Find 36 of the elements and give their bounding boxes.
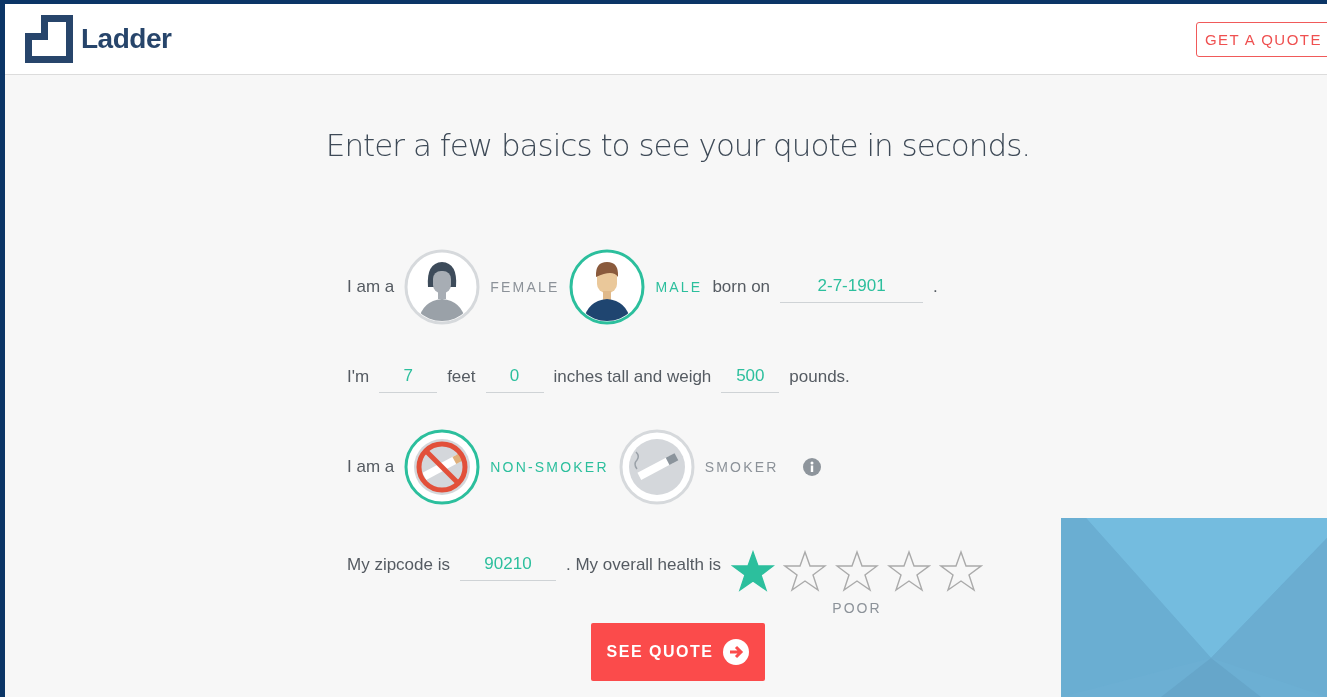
feet-field[interactable]: 7 bbox=[379, 361, 438, 393]
zipcode-field[interactable]: 90210 bbox=[460, 549, 556, 581]
get-quote-button[interactable]: GET A QUOTE bbox=[1195, 21, 1327, 57]
weight-field[interactable]: 500 bbox=[721, 361, 780, 393]
rating-label: POOR bbox=[832, 600, 882, 616]
form-text: I am a bbox=[347, 457, 395, 477]
form-text: born on bbox=[712, 277, 771, 297]
logo-icon bbox=[25, 15, 73, 63]
form-text: pounds. bbox=[789, 367, 850, 387]
choice-option[interactable]: FEMALE bbox=[404, 249, 560, 325]
cigarette-icon bbox=[618, 429, 695, 505]
form-text: My zipcode is bbox=[347, 555, 450, 575]
form-text: feet bbox=[447, 367, 476, 387]
no-smoking-icon bbox=[404, 429, 481, 505]
birthdate-field[interactable]: 2-7-1901 bbox=[780, 271, 924, 303]
star-icon[interactable] bbox=[782, 550, 827, 592]
star-icon[interactable] bbox=[730, 550, 775, 592]
choice-option[interactable]: MALE bbox=[569, 249, 703, 325]
logo-text: Ladder bbox=[81, 23, 172, 55]
page-title: Enter a few basics to see your quote in seconds. bbox=[324, 127, 1032, 163]
choice-option[interactable]: SMOKER bbox=[618, 429, 779, 505]
see-quote-button[interactable]: SEE QUOTE bbox=[591, 623, 765, 681]
form-text: I'm bbox=[347, 367, 370, 387]
inches-field[interactable]: 0 bbox=[485, 361, 544, 393]
star-icon[interactable] bbox=[938, 550, 983, 592]
choice-option[interactable]: NON-SMOKER bbox=[404, 429, 609, 505]
info-icon[interactable] bbox=[802, 458, 821, 476]
form-text: inches tall and weigh bbox=[553, 367, 712, 387]
form-text: . My overall health is bbox=[566, 555, 721, 575]
woman-avatar-icon bbox=[404, 249, 481, 325]
star-icon[interactable] bbox=[834, 550, 879, 592]
arrow-right-icon bbox=[723, 639, 750, 665]
form-text: I am a bbox=[347, 277, 395, 297]
man-avatar-icon bbox=[569, 249, 646, 325]
form-text: . bbox=[933, 277, 938, 297]
star-icon[interactable] bbox=[886, 550, 931, 592]
